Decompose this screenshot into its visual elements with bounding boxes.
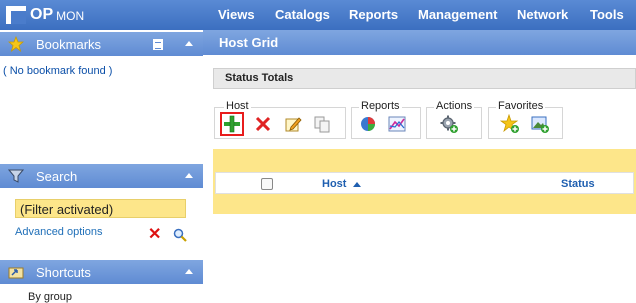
toolbar-group-actions-label: Actions: [434, 100, 475, 112]
add-image-favorite-button[interactable]: [530, 114, 550, 134]
actions-button[interactable]: [439, 114, 459, 134]
filter-status-field[interactable]: (Filter activated): [15, 199, 186, 218]
main-content: Host Grid Status Totals Host Reports Act…: [203, 30, 636, 300]
grid-header-row: Host Status: [215, 172, 634, 194]
toolbar-group-favorites-label: Favorites: [496, 100, 546, 112]
collapse-icon[interactable]: [185, 41, 193, 46]
bookmarks-title: Bookmarks: [36, 37, 102, 52]
host-grid: Host Status: [213, 170, 636, 214]
gear-action-icon: [440, 115, 458, 133]
edit-icon: [285, 117, 302, 132]
star-icon: [8, 36, 24, 52]
shortcut-icon: [8, 267, 24, 279]
menu-item-views[interactable]: Views: [218, 7, 255, 22]
image-add-icon: [531, 116, 549, 133]
chart-report-icon: [388, 116, 406, 132]
collapse-icon[interactable]: [185, 269, 193, 274]
sort-ascending-icon[interactable]: [353, 182, 361, 187]
search-panel-header[interactable]: Search: [0, 164, 203, 188]
menu-item-reports[interactable]: Reports: [349, 7, 398, 22]
shortcuts-title: Shortcuts: [36, 265, 91, 280]
opmon-logo[interactable]: OP MON: [6, 5, 84, 25]
delete-icon: [255, 116, 271, 132]
add-host-icon: [224, 115, 240, 133]
shortcut-item-by-group[interactable]: By group: [28, 291, 72, 303]
column-header-host[interactable]: Host: [322, 178, 346, 190]
toolbar-group-host-label: Host: [224, 100, 251, 112]
menu-item-tools[interactable]: Tools: [590, 7, 624, 22]
menu-item-management[interactable]: Management: [418, 7, 497, 22]
column-header-status[interactable]: Status: [561, 178, 595, 190]
filter-icon: [8, 169, 24, 183]
edit-host-button[interactable]: [283, 114, 303, 134]
search-title: Search: [36, 169, 78, 184]
logo-mark-icon: [6, 6, 26, 24]
delete-host-button[interactable]: [253, 114, 273, 134]
clear-filter-icon[interactable]: ✕: [148, 227, 161, 243]
copy-host-button[interactable]: [312, 114, 332, 134]
grid-toolbar-bar: [213, 149, 636, 170]
bookmark-list-icon[interactable]: [153, 39, 163, 50]
star-add-icon: [499, 113, 519, 133]
copy-icon: [314, 116, 330, 133]
add-host-button[interactable]: [220, 112, 244, 136]
logo-mon-text: MON: [56, 9, 85, 23]
select-all-checkbox[interactable]: [261, 178, 273, 190]
menu-item-catalogs[interactable]: Catalogs: [275, 7, 330, 22]
pie-report-button[interactable]: [358, 114, 378, 134]
add-favorite-button[interactable]: [499, 113, 520, 134]
page-title: Host Grid: [203, 30, 636, 55]
menu-item-network[interactable]: Network: [517, 7, 568, 22]
status-totals-bar[interactable]: Status Totals: [213, 68, 636, 89]
search-icon[interactable]: [173, 228, 187, 242]
bookmarks-panel-header[interactable]: Bookmarks: [0, 32, 203, 56]
chart-report-button[interactable]: [387, 114, 407, 134]
toolbar-group-reports-label: Reports: [359, 100, 402, 112]
pie-report-icon: [361, 117, 375, 131]
logo-op-text: OP: [30, 6, 54, 23]
advanced-options-link[interactable]: Advanced options: [15, 226, 102, 238]
bookmark-empty-text: ( No bookmark found ): [3, 65, 113, 77]
collapse-icon[interactable]: [185, 173, 193, 178]
top-navigation-bar: OP MON Views Catalogs Reports Management…: [0, 0, 636, 30]
shortcuts-panel-header[interactable]: Shortcuts: [0, 260, 203, 284]
